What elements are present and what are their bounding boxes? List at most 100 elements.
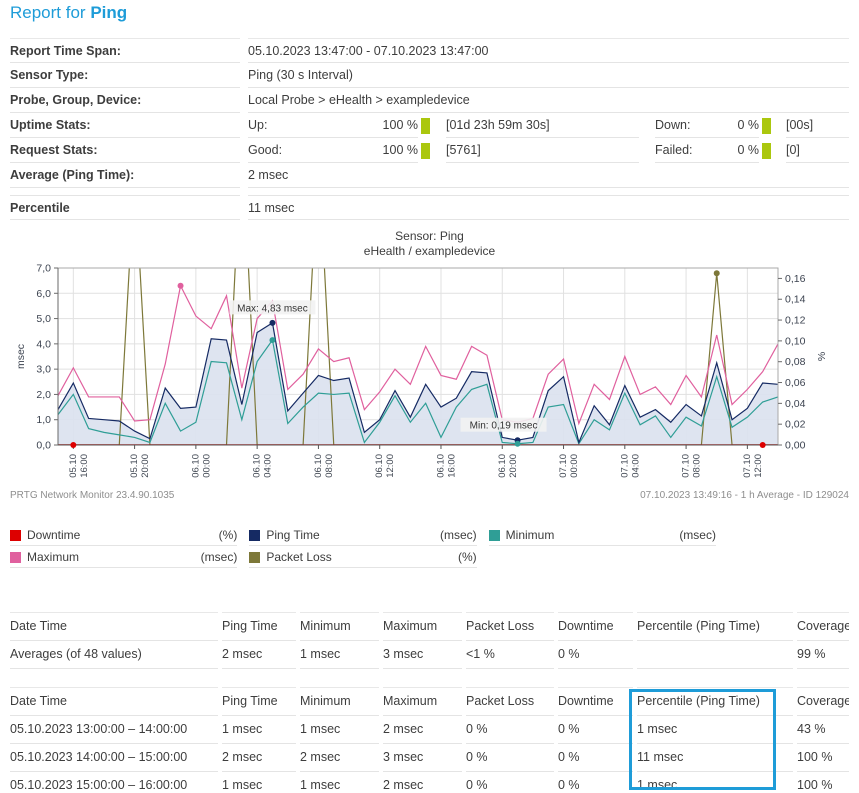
- info-label: Report Time Span:: [10, 38, 240, 63]
- svg-text:07.10: 07.10: [558, 454, 569, 478]
- svg-text:12:00: 12:00: [753, 454, 764, 478]
- svg-text:%: %: [816, 352, 828, 361]
- info-label: Request Stats:: [10, 138, 240, 163]
- column-header-coverage: Coverage: [797, 687, 849, 716]
- cell: 0 %: [558, 716, 633, 744]
- stat-bar: [421, 143, 430, 159]
- svg-text:0,04: 0,04: [785, 398, 806, 410]
- stat-value: 100 %: [322, 113, 418, 138]
- stat-bar: [762, 118, 771, 134]
- legend-item-ping-time: Ping Time (msec): [249, 526, 476, 546]
- svg-text:2,0: 2,0: [36, 389, 51, 401]
- column-header-ping-time: Ping Time: [222, 687, 296, 716]
- stat-key: Good:: [248, 138, 322, 163]
- info-value: Local Probe > eHealth > exampledevice: [248, 88, 849, 113]
- legend-swatch-downtime: [10, 530, 21, 541]
- chart-title-line1: Sensor: Ping: [0, 229, 859, 244]
- column-header-ping-time: Ping Time: [222, 612, 296, 641]
- cell: 2 msec: [222, 641, 296, 669]
- cell: 0 %: [466, 772, 554, 793]
- legend-label: Ping Time: [266, 528, 440, 542]
- column-header-percentile: Percentile (Ping Time): [637, 612, 793, 641]
- cell: 100 %: [797, 744, 849, 772]
- cell: 0 %: [558, 772, 633, 793]
- info-label: Average (Ping Time):: [10, 163, 240, 188]
- cell: 0 %: [558, 641, 633, 669]
- svg-text:0,14: 0,14: [785, 294, 806, 306]
- svg-text:4,0: 4,0: [36, 338, 51, 350]
- svg-text:7,0: 7,0: [36, 263, 51, 275]
- hourly-table: Date Time Ping Time Minimum Maximum Pack…: [10, 687, 849, 793]
- info-row-sensor-type: Sensor Type: Ping (30 s Interval): [10, 63, 849, 88]
- svg-text:04:00: 04:00: [263, 454, 274, 478]
- column-header-downtime: Downtime: [558, 687, 633, 716]
- cell: 1 msec: [300, 716, 379, 744]
- averages-table: Date Time Ping Time Minimum Maximum Pack…: [10, 612, 849, 669]
- column-header-packet-loss: Packet Loss: [466, 612, 554, 641]
- table-header-row: Date Time Ping Time Minimum Maximum Pack…: [10, 687, 849, 716]
- cell: 0 %: [558, 744, 633, 772]
- svg-text:06.10: 06.10: [313, 454, 324, 478]
- legend-swatch-maximum: [10, 552, 21, 563]
- report-info-table: Report Time Span: 05.10.2023 13:47:00 - …: [10, 38, 849, 220]
- stat-detail: [00s]: [786, 113, 849, 138]
- stat-detail: [5761]: [446, 138, 639, 163]
- cell: 100 %: [797, 772, 849, 793]
- stat-detail: [0]: [786, 138, 849, 163]
- svg-text:msec: msec: [15, 344, 27, 369]
- column-header-minimum: Minimum: [300, 687, 379, 716]
- column-header-coverage: Coverage: [797, 612, 849, 641]
- chart-footer-version: PRTG Network Monitor 23.4.90.1035: [10, 490, 174, 501]
- stat-key: Down:: [655, 113, 729, 138]
- column-header-date-time: Date Time: [10, 612, 218, 641]
- info-row-average: Average (Ping Time): 2 msec: [10, 163, 849, 188]
- svg-text:00:00: 00:00: [201, 454, 212, 478]
- svg-text:20:00: 20:00: [140, 454, 151, 478]
- svg-text:12:00: 12:00: [385, 454, 396, 478]
- table-row-averages: Averages (of 48 values) 2 msec 1 msec 3 …: [10, 641, 849, 669]
- svg-text:06.10: 06.10: [374, 454, 385, 478]
- legend-unit: (msec): [679, 528, 716, 542]
- svg-text:08:00: 08:00: [324, 454, 335, 478]
- cell: 3 msec: [383, 641, 462, 669]
- svg-text:6,0: 6,0: [36, 288, 51, 300]
- stat-bar: [762, 143, 771, 159]
- stat-value: 0 %: [729, 113, 759, 138]
- svg-text:16:00: 16:00: [446, 454, 457, 478]
- chart-footer: PRTG Network Monitor 23.4.90.1035 07.10.…: [10, 490, 849, 501]
- legend-swatch-minimum: [489, 530, 500, 541]
- svg-text:07.10: 07.10: [681, 454, 692, 478]
- info-value: 2 msec: [248, 163, 849, 188]
- info-label: Uptime Stats:: [10, 113, 240, 138]
- ping-line-chart: 0,01,02,03,04,05,06,07,00,000,020,040,06…: [0, 256, 859, 496]
- page-title-sensor: Ping: [90, 3, 127, 22]
- legend-label: Packet Loss: [266, 550, 458, 564]
- cell: 2 msec: [383, 716, 462, 744]
- legend-item-packet-loss: Packet Loss (%): [249, 548, 476, 568]
- info-value: 05.10.2023 13:47:00 - 07.10.2023 13:47:0…: [248, 38, 849, 63]
- info-row-time-span: Report Time Span: 05.10.2023 13:47:00 - …: [10, 38, 849, 63]
- svg-text:20:00: 20:00: [508, 454, 519, 478]
- legend-swatch-packet-loss: [249, 552, 260, 563]
- stat-value: 0 %: [729, 138, 759, 163]
- info-value: Ping (30 s Interval): [248, 63, 849, 88]
- info-label: Sensor Type:: [10, 63, 240, 88]
- cell: 2 msec: [383, 772, 462, 793]
- cell: 43 %: [797, 716, 849, 744]
- svg-text:0,08: 0,08: [785, 356, 806, 368]
- svg-text:0,0: 0,0: [36, 440, 51, 452]
- page-title-prefix: Report for: [10, 3, 86, 22]
- cell: 1 msec: [222, 772, 296, 793]
- info-label: Percentile: [10, 195, 240, 220]
- legend-item-maximum: Maximum (msec): [10, 548, 237, 568]
- stat-value: 100 %: [322, 138, 418, 163]
- svg-text:Min: 0,19 msec: Min: 0,19 msec: [470, 421, 538, 432]
- cell: 99 %: [797, 641, 849, 669]
- prtg-report-page: Report for Ping Report Time Span: 05.10.…: [0, 0, 859, 793]
- legend-item-minimum: Minimum (msec): [489, 526, 716, 546]
- column-header-maximum: Maximum: [383, 687, 462, 716]
- cell: 0 %: [466, 744, 554, 772]
- svg-text:0,10: 0,10: [785, 335, 806, 347]
- svg-text:06.10: 06.10: [435, 454, 446, 478]
- cell: [637, 641, 793, 669]
